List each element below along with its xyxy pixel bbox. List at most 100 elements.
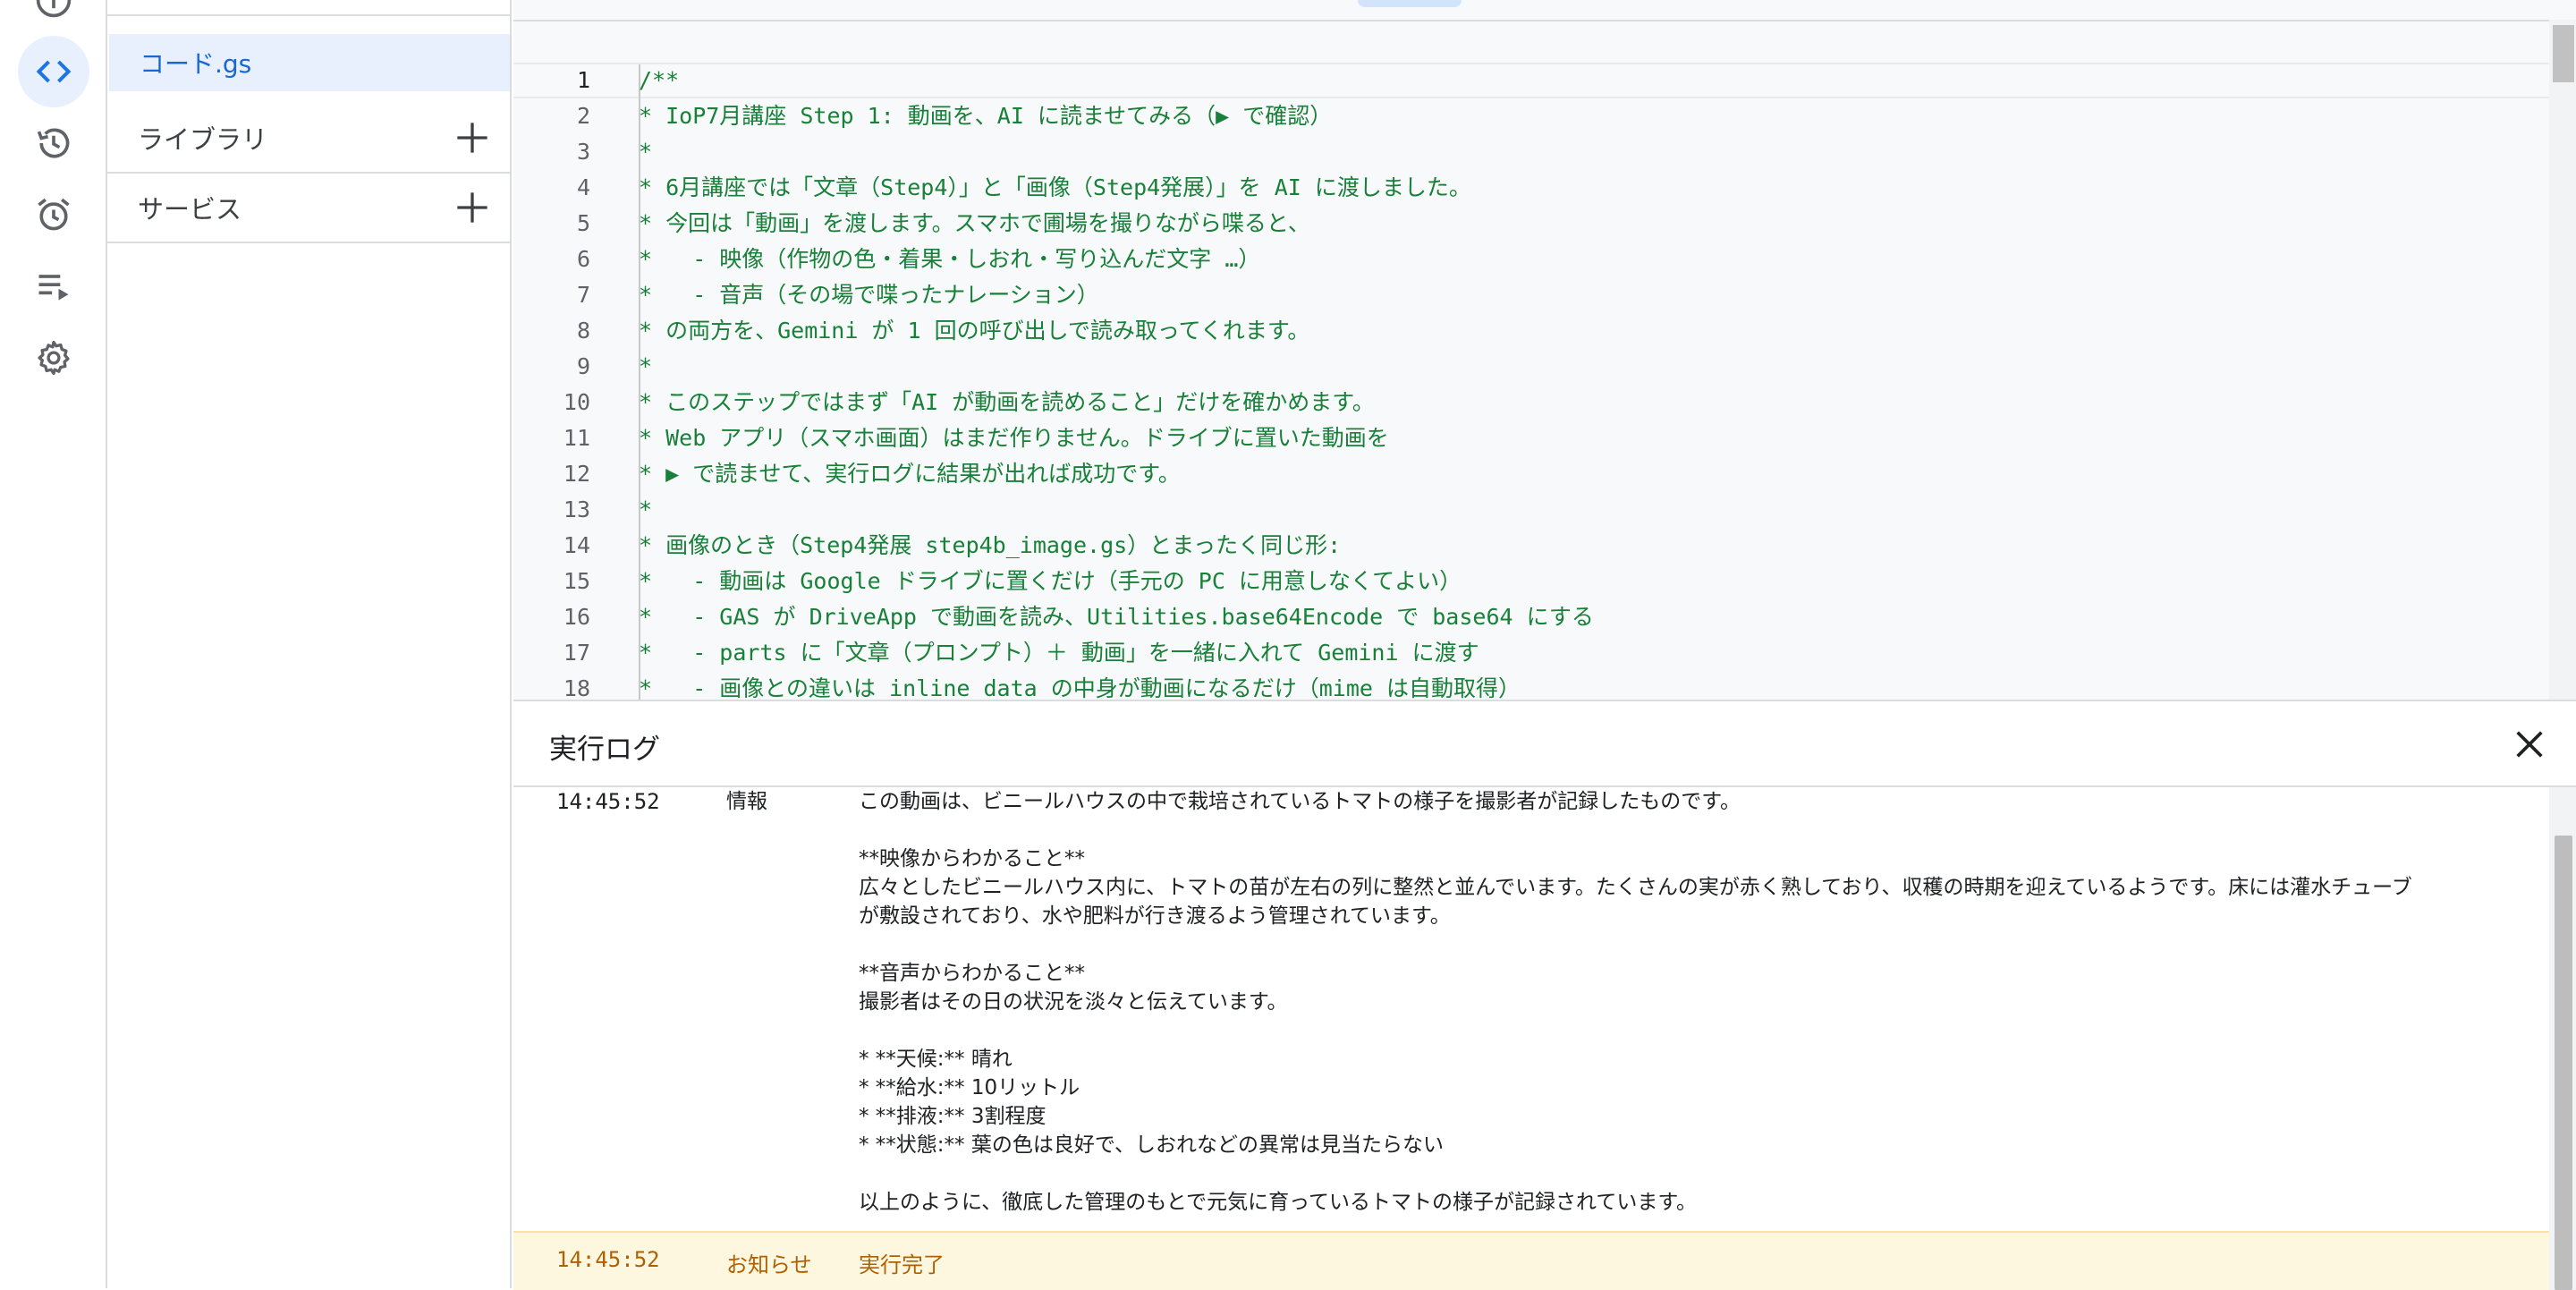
code-line[interactable]: 9 * [513, 349, 2549, 385]
libraries-section: ライブラリ [107, 104, 510, 174]
log-title: 実行ログ [549, 734, 660, 766]
code-line[interactable]: 16 * - GAS が DriveApp で動画を読み、Utilities.ba… [513, 599, 2549, 635]
alarm-icon[interactable] [18, 179, 89, 250]
log-message-line [859, 1016, 2522, 1045]
code-line[interactable]: 5 * 今回は「動画」を渡します。スマホで圃場を撮りながら喋ると、 [513, 206, 2549, 242]
line-text: * - 映像（作物の色・着果・しおれ・写り込んだ文字 …） [639, 246, 1261, 272]
line-number: 16 [563, 604, 590, 630]
log-scroll-thumb[interactable] [2555, 836, 2572, 1290]
log-message: この動画は、ビニールハウスの中で栽培されているトマトの様子を撮影者が記録したもの… [859, 787, 2522, 1217]
code-line[interactable]: 3 * [513, 134, 2549, 170]
line-text: * - 画像との違いは inline_data の中身が動画になるだけ（mime… [639, 675, 1521, 701]
file-name: コード.gs [140, 49, 252, 79]
line-text: * - 音声（その場で喋ったナレーション） [639, 282, 1099, 308]
line-number: 4 [576, 174, 590, 200]
line-text: * 画像のとき（Step4発展 step4b_image.gs）とまったく同じ形… [639, 532, 1342, 558]
notice-level: お知らせ [726, 1252, 812, 1277]
code-line[interactable]: 1 /** [513, 63, 2549, 98]
code-line[interactable]: 18 * - 画像との違いは inline_data の中身が動画になるだけ（mi… [513, 671, 2549, 701]
log-notice-row: 14:45:52 お知らせ 実行完了 [513, 1231, 2549, 1290]
code-icon[interactable] [18, 36, 89, 107]
add-library-icon[interactable] [454, 120, 490, 156]
executions-icon[interactable] [18, 250, 89, 322]
code-line[interactable]: 11 * Web アプリ（スマホ画面）はまだ作りません。ドライブに置いた動画を [513, 420, 2549, 456]
notice-message: 実行完了 [859, 1252, 945, 1277]
line-text: * [639, 139, 653, 165]
line-text: * このステップではまず「AI が動画を読めること」だけを確かめます。 [639, 389, 1375, 415]
close-icon[interactable] [2512, 726, 2547, 762]
settings-icon[interactable] [18, 322, 89, 394]
log-message-line: **音声からわかること** [859, 962, 1085, 985]
history-icon[interactable] [18, 107, 89, 179]
line-number: 9 [576, 353, 590, 379]
line-text: * IoP7月講座 Step 1: 動画を、AI に読ませてみる（▶ で確認） [639, 103, 1333, 129]
line-number: 13 [563, 496, 590, 522]
file-item-code-gs[interactable]: コード.gs [109, 34, 510, 91]
line-text: * ▶ で読ませて、実行ログに結果が出れば成功です。 [639, 461, 1181, 487]
line-number: 18 [563, 675, 590, 701]
log-message-line [859, 1159, 2522, 1188]
log-message-line: **映像からわかること** [859, 847, 1085, 870]
services-section: サービス [107, 174, 510, 243]
line-number: 2 [576, 103, 590, 129]
code-line[interactable]: 15 * - 動画は Google ドライブに置くだけ（手元の PC に用意しなく… [513, 564, 2549, 599]
log-message-line: 以上のように、徹底した管理のもとで元気に育っているトマトの様子が記録されています… [859, 1191, 1698, 1214]
line-text: * の両方を、Gemini が 1 回の呼び出しで読み取ってくれます。 [639, 318, 1310, 344]
log-level: 情報 [726, 790, 767, 813]
log-message-line: * **排液:** 3割程度 [859, 1105, 1046, 1128]
line-number: 1 [576, 67, 590, 93]
log-message-line [859, 816, 2522, 844]
line-number: 17 [563, 640, 590, 666]
log-message-line [859, 930, 2522, 959]
code-line[interactable]: 2 * IoP7月講座 Step 1: 動画を、AI に読ませてみる（▶ で確認） [513, 98, 2549, 134]
log-scrollbar[interactable] [2549, 787, 2576, 1290]
code-line[interactable]: 4 * 6月講座では「文章（Step4）」と「画像（Step4発展）」を AI に… [513, 170, 2549, 206]
left-nav-rail [0, 0, 107, 1288]
notice-time: 14:45:52 [556, 1247, 660, 1272]
execution-log-panel: 実行ログ 14:45:52 情報 この動画は、ビニールハウスの中で栽培されている… [513, 700, 2576, 1290]
code-line[interactable]: 12 * ▶ で読ませて、実行ログに結果が出れば成功です。 [513, 456, 2549, 492]
line-number: 5 [576, 210, 590, 236]
line-number: 7 [576, 282, 590, 308]
info-icon[interactable] [18, 0, 89, 36]
line-text: * - 動画は Google ドライブに置くだけ（手元の PC に用意しなくてよ… [639, 568, 1462, 594]
code-editor[interactable]: 1 /** 2 * IoP7月講座 Step 1: 動画を、AI に読ませてみる（▶ … [513, 0, 2576, 701]
log-header: 実行ログ [513, 701, 2576, 787]
editor-scrollbar[interactable] [2549, 20, 2576, 701]
libraries-label: ライブラリ [138, 124, 268, 155]
services-label: サービス [138, 194, 242, 225]
files-panel: コード.gs ライブラリ サービス [107, 0, 512, 1288]
line-text: * [639, 496, 653, 522]
line-text: * Web アプリ（スマホ画面）はまだ作りません。ドライブに置いた動画を [639, 425, 1389, 451]
log-message-line: が敷設されており、水や肥料が行き渡るよう管理されています。 [859, 904, 1451, 928]
line-text: * - GAS が DriveApp で動画を読み、Utilities.base… [639, 604, 1594, 630]
code-line[interactable]: 6 * - 映像（作物の色・着果・しおれ・写り込んだ文字 …） [513, 242, 2549, 277]
code-line[interactable]: 10 * このステップではまず「AI が動画を読めること」だけを確かめます。 [513, 385, 2549, 420]
files-header-divider [107, 14, 510, 16]
log-message-line: この動画は、ビニールハウスの中で栽培されているトマトの様子を撮影者が記録したもの… [859, 790, 1741, 813]
code-line[interactable]: 13 * [513, 492, 2549, 528]
line-text: * 今回は「動画」を渡します。スマホで圃場を撮りながら喋ると、 [639, 210, 1310, 236]
toolbar-chip [1358, 0, 1462, 7]
line-number: 6 [576, 246, 590, 272]
line-number: 12 [563, 461, 590, 487]
line-number: 3 [576, 139, 590, 165]
line-number: 14 [563, 532, 590, 558]
line-text: * [639, 353, 653, 379]
line-number: 8 [576, 318, 590, 344]
line-text: * - parts に「文章（プロンプト）＋ 動画」を一緒に入れて Gemini… [639, 640, 1479, 666]
line-text: * 6月講座では「文章（Step4）」と「画像（Step4発展）」を AI に渡… [639, 174, 1471, 200]
code-line[interactable]: 8 * の両方を、Gemini が 1 回の呼び出しで読み取ってくれます。 [513, 313, 2549, 349]
log-message-line: 広々としたビニールハウス内に、トマトの苗が左右の列に整然と並んでいます。たくさん… [859, 876, 2412, 899]
code-line[interactable]: 7 * - 音声（その場で喋ったナレーション） [513, 277, 2549, 313]
editor-scroll-thumb[interactable] [2553, 25, 2574, 82]
code-line[interactable]: 14 * 画像のとき（Step4発展 step4b_image.gs）とまったく同… [513, 528, 2549, 564]
add-service-icon[interactable] [454, 190, 490, 225]
log-message-line: 撮影者はその日の状況を淡々と伝えています。 [859, 990, 1288, 1014]
line-text: /** [639, 67, 680, 93]
editor-toolbar-edge [513, 0, 2576, 21]
log-message-line: * **給水:** 10リットル [859, 1076, 1080, 1099]
log-message-line: * **天候:** 晴れ [859, 1048, 1013, 1071]
code-line[interactable]: 17 * - parts に「文章（プロンプト）＋ 動画」を一緒に入れて Gemi… [513, 635, 2549, 671]
line-number: 11 [563, 425, 590, 451]
